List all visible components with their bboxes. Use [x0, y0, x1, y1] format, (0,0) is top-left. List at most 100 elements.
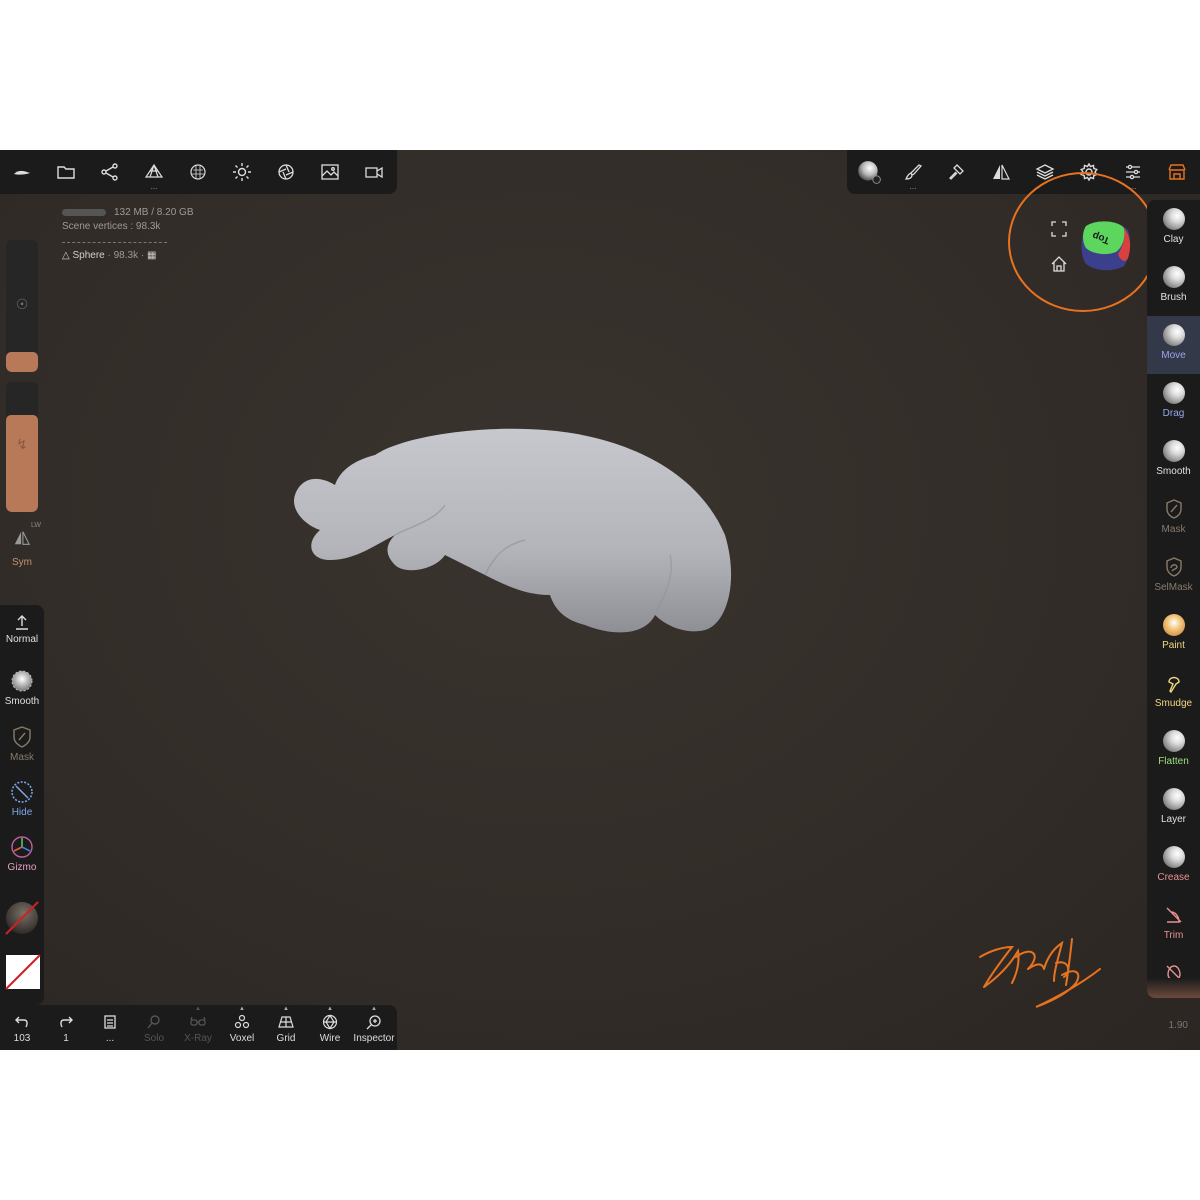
smooth-label: Smooth [4, 696, 40, 707]
bottom-toolbar: 103 1 ... Solo ▲ X-Ray ▲ Voxel ▲ Grid ▲ … [0, 1005, 397, 1050]
nomad-sculpt-app: ... ... ... 132 MB / 8.20 GB Scene verti… [0, 150, 1200, 1050]
memory-text: 132 MB / 8.20 GB [114, 207, 194, 218]
tool-trim[interactable]: Trim [1147, 896, 1200, 954]
tool-label: Layer [1160, 814, 1186, 825]
sym-toggle[interactable]: LW Sym [0, 522, 44, 570]
menu-button[interactable]: ... [88, 1005, 132, 1050]
tool-move[interactable]: Move [1147, 316, 1200, 374]
intensity-fill [6, 414, 38, 512]
topology-dots: ... [150, 182, 158, 191]
paint-color-swatch[interactable] [0, 953, 44, 993]
tool-smooth[interactable]: Smooth [1147, 432, 1200, 490]
hide-icon [11, 781, 33, 803]
inspector-label: Inspector [353, 1033, 395, 1044]
view-cube[interactable]: Top [1078, 220, 1132, 272]
xray-button[interactable]: ▲ X-Ray [176, 1005, 220, 1050]
symmetry-small-icon [14, 531, 31, 545]
matcap-icon[interactable] [847, 150, 891, 194]
home-icon[interactable] [1050, 255, 1068, 273]
tool-brush[interactable]: Brush [1147, 258, 1200, 316]
selmask-icon [1165, 557, 1182, 577]
inspector-button[interactable]: ▲ Inspector [352, 1005, 396, 1050]
tool-layer[interactable]: Layer [1147, 780, 1200, 838]
store-icon[interactable] [1155, 150, 1199, 194]
mask-icon [13, 726, 31, 748]
flatten-icon [1162, 730, 1185, 752]
inspector-icon [366, 1015, 381, 1030]
document-icon [104, 1015, 116, 1029]
hide-button[interactable]: Hide [0, 780, 44, 818]
voxel-icon [234, 1014, 250, 1029]
undo-button[interactable]: 103 [0, 1005, 44, 1050]
mesh-icon: △ [62, 250, 70, 261]
lightning-icon: ↯ [16, 436, 28, 452]
tool-mask[interactable]: Mask [1147, 490, 1200, 548]
grid-button[interactable]: ▲ Grid [264, 1005, 308, 1050]
gizmo-label: Gizmo [7, 862, 37, 873]
material-icon[interactable] [176, 150, 220, 194]
brush-icon[interactable]: ... [891, 150, 935, 194]
smooth-icon [1162, 440, 1185, 462]
grid-caret: ▲ [283, 1006, 289, 1012]
radius-slider[interactable]: ☉ [6, 240, 38, 372]
drag-icon [1162, 382, 1185, 404]
frame-icon[interactable] [1050, 220, 1068, 238]
tool-smudge[interactable]: Smudge [1147, 664, 1200, 722]
redo-button[interactable]: 1 [44, 1005, 88, 1050]
tool-label: Drag [1162, 408, 1185, 419]
glasses-icon [190, 1016, 206, 1026]
left-tools-panel: Normal Smooth Mask Hide Gizmo [0, 605, 44, 1005]
undo-icon [15, 1016, 28, 1028]
material-color-swatch[interactable] [0, 898, 44, 938]
trim-icon [1166, 907, 1181, 923]
scene-stats: 132 MB / 8.20 GB Scene vertices : 98.3k … [62, 206, 194, 263]
light-icon[interactable] [220, 150, 264, 194]
tool-label: Mask [1161, 524, 1186, 535]
logo-icon[interactable] [0, 150, 44, 194]
mask-button[interactable]: Mask [0, 725, 44, 763]
wire-button[interactable]: ▲ Wire [308, 1005, 352, 1050]
tool-label: Flatten [1158, 756, 1189, 767]
hide-label: Hide [11, 807, 33, 818]
tool-paint[interactable]: Paint [1147, 606, 1200, 664]
inspector-caret: ▲ [371, 1006, 377, 1012]
tool-clay[interactable]: Clay [1147, 200, 1200, 258]
solo-button[interactable]: Solo [132, 1005, 176, 1050]
voxel-label: Voxel [229, 1033, 255, 1044]
top-right-toolbar: ... ... [847, 150, 1200, 194]
stats-separator [62, 242, 167, 243]
object-line[interactable]: △ Sphere · 98.3k · ▦ [62, 249, 194, 263]
gizmo-button[interactable]: Gizmo [0, 835, 44, 873]
version-label: 1.90 [1168, 1020, 1188, 1031]
tool-drag[interactable]: Drag [1147, 374, 1200, 432]
tool-crease[interactable]: Crease [1147, 838, 1200, 896]
magnifier-icon [147, 1015, 160, 1029]
tool-selmask[interactable]: SelMask [1147, 548, 1200, 606]
undo-count: 103 [13, 1033, 31, 1044]
folder-icon[interactable] [44, 150, 88, 194]
topology-icon[interactable]: ... [132, 150, 176, 194]
scene-graph-icon[interactable] [88, 150, 132, 194]
camera-icon[interactable] [352, 150, 396, 194]
wire-label: Wire [319, 1033, 341, 1044]
tool-label: Trim [1163, 930, 1184, 941]
object-name: Sphere [72, 250, 105, 261]
material-swatch-icon [5, 901, 39, 935]
image-icon[interactable] [308, 150, 352, 194]
voxel-button[interactable]: ▲ Voxel [220, 1005, 264, 1050]
normal-button[interactable]: Normal [0, 613, 44, 645]
memory-bar [62, 208, 106, 216]
voxel-caret: ▲ [239, 1006, 245, 1012]
intensity-slider[interactable]: ↯ [6, 382, 38, 512]
shutter-icon[interactable] [264, 150, 308, 194]
sculpted-hand-model[interactable] [285, 425, 745, 665]
mask-icon [1165, 499, 1182, 519]
hammer-icon[interactable] [935, 150, 979, 194]
tool-label: Clay [1163, 234, 1184, 245]
smooth-button[interactable]: Smooth [0, 669, 44, 707]
crease-icon [1162, 846, 1185, 868]
sym-lw-label: LW [31, 522, 41, 529]
tool-flatten[interactable]: Flatten [1147, 722, 1200, 780]
checker-icon: ▦ [146, 250, 157, 261]
symmetry-icon[interactable] [979, 150, 1023, 194]
